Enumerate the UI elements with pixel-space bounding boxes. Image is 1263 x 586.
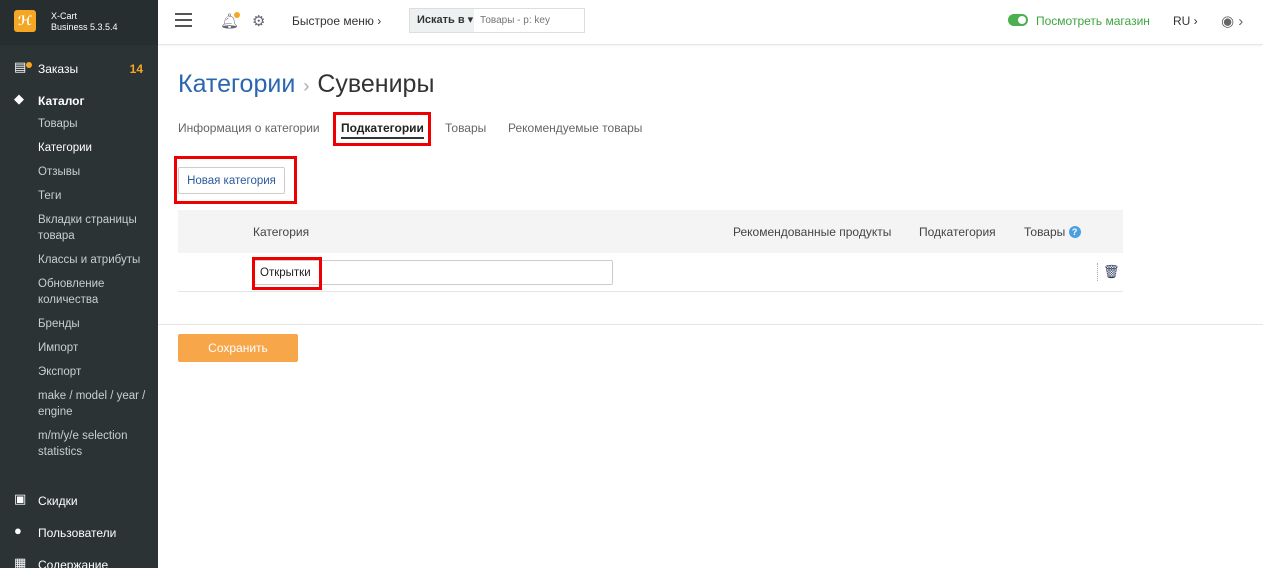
help-icon[interactable]: ? [1068,226,1081,238]
breadcrumb[interactable]: Категории [178,70,295,98]
col-subcategory: Подкатегория [919,225,996,239]
app-name: X-Cart Business 5.3.5.4 [51,11,118,33]
menu-toggle-icon[interactable] [175,13,192,27]
breadcrumb-separator: › [303,76,310,96]
col-category[interactable]: Категория [253,225,309,239]
topbar: 🔔︎ ⚙ Быстрое меню › Искать в ▾ Посмотрет… [158,0,1263,45]
language-selector[interactable]: RU › [1173,14,1198,28]
view-store-link[interactable]: Посмотреть магазин [1036,14,1150,28]
drag-handle[interactable] [1097,263,1098,281]
catalog-submenu: Товары Категории Отзывы Теги Вкладки стр… [0,112,158,464]
sidebar-item-classes-attributes[interactable]: Классы и атрибуты [38,248,158,272]
network-icon[interactable]: ⚙ [252,12,265,30]
quick-menu-button[interactable]: Быстрое меню › [292,14,381,28]
sidebar-item-content[interactable]: ▦ Содержание [0,554,158,576]
sidebar-item-product-tabs[interactable]: Вкладки страницы товара [38,208,158,248]
col-featured: Рекомендованные продукты [733,225,892,239]
trash-icon[interactable]: 🗑︎ [1103,264,1120,280]
search-scope-select[interactable]: Искать в ▾ [410,9,474,32]
sidebar-item-discounts[interactable]: ▣ Скидки [0,490,158,512]
search-input[interactable] [474,9,584,32]
sidebar-item-brands[interactable]: Бренды [38,312,158,336]
sidebar-item-label: Заказы [38,62,79,76]
logo-area[interactable]: ℋ X-Cart Business 5.3.5.4 [0,0,158,45]
tab-featured-products[interactable]: Рекомендуемые товары [508,121,642,135]
gift-icon: ▣ [14,491,27,506]
sidebar-item-export[interactable]: Экспорт [38,360,158,384]
sidebar-item-label: Пользователи [38,526,117,540]
sidebar-item-inventory-update[interactable]: Обновление количества [38,272,158,312]
sidebar-item-mmye[interactable]: make / model / year / engine [38,384,158,424]
tab-category-info[interactable]: Информация о категории [178,121,320,135]
app-name-line1: X-Cart [51,11,78,21]
divider [158,324,1263,325]
highlight-box [174,156,297,204]
sidebar-item-label: Каталог [38,94,85,108]
sidebar-item-catalog[interactable]: ◆ Каталог [0,90,158,112]
save-button[interactable]: Сохранить [178,334,298,362]
notification-dot [26,62,32,68]
sidebar: ℋ X-Cart Business 5.3.5.4 ▤ Заказы 14 ◆ … [0,0,158,572]
table-header: Категория Рекомендованные продукты Подка… [178,210,1123,253]
page-title: Категории › Сувениры [178,70,434,99]
sidebar-item-mmye-stats[interactable]: m/m/y/e selection statistics [38,424,158,464]
col-products: Товары ? [1024,225,1081,239]
store-toggle[interactable] [1008,14,1028,26]
sidebar-item-products[interactable]: Товары [38,112,158,136]
user-icon[interactable]: ◉ › [1221,12,1243,30]
sidebar-item-import[interactable]: Импорт [38,336,158,360]
highlight-box [252,257,322,290]
col-products-label: Товары [1024,225,1066,239]
logo-icon: ℋ [14,10,36,32]
orders-count-badge: 14 [129,62,143,76]
sidebar-item-orders[interactable]: ▤ Заказы 14 [0,58,158,80]
page-title-text: Сувениры [317,70,435,98]
users-icon: ● [14,523,22,538]
sidebar-item-reviews[interactable]: Отзывы [38,160,158,184]
highlight-box [333,112,431,146]
search-box: Искать в ▾ [409,8,585,33]
sidebar-item-label: Содержание [38,558,109,572]
sidebar-item-tags[interactable]: Теги [38,184,158,208]
sidebar-item-categories[interactable]: Категории [38,136,158,160]
tab-products[interactable]: Товары [445,121,486,135]
notification-dot [234,12,240,18]
sidebar-item-label: Скидки [38,494,78,508]
app-version: Business 5.3.5.4 [51,22,118,32]
sidebar-item-users[interactable]: ● Пользователи [0,522,158,544]
tag-icon: ◆ [14,91,24,106]
